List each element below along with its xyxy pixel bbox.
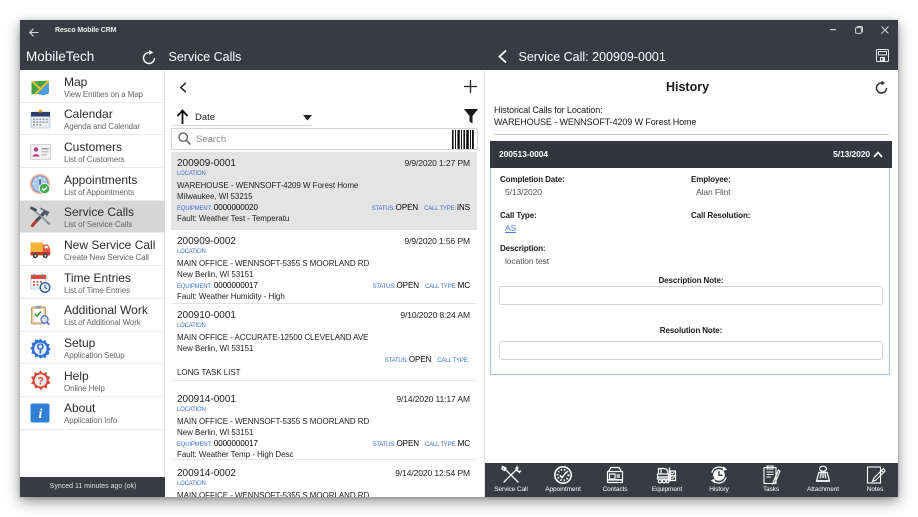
svg-text:?: ?: [37, 376, 44, 388]
svg-text:i: i: [39, 407, 43, 422]
